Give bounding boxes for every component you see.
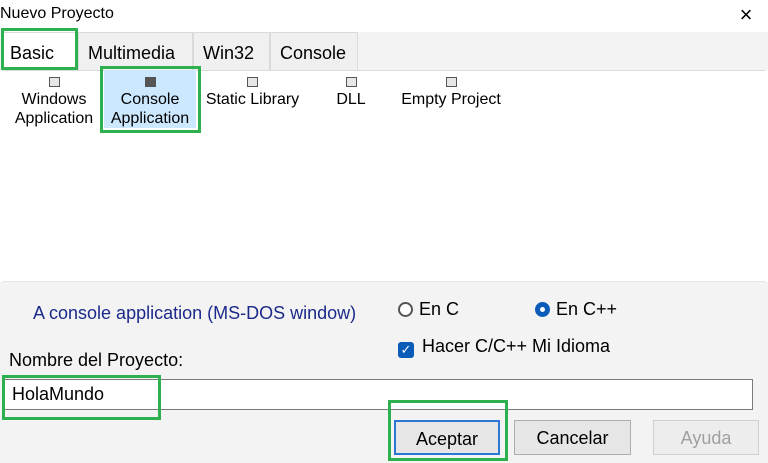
static-library-icon — [247, 77, 258, 87]
template-description: A console application (MS-DOS window) — [33, 303, 357, 323]
template-label: Application — [14, 110, 94, 127]
project-name-label: Nombre del Proyecto: — [9, 350, 184, 370]
template-label: Static Library — [205, 91, 300, 108]
empty-project-icon — [445, 77, 457, 87]
radio-off-icon — [398, 302, 413, 317]
template-label: Console — [120, 91, 180, 108]
template-label: Application — [110, 110, 190, 127]
project-name-input[interactable] — [3, 379, 753, 410]
dll-icon — [345, 77, 357, 87]
tab-multimedia[interactable]: Multimedia — [78, 32, 193, 70]
radio-on-icon — [535, 302, 550, 317]
tab-win32[interactable]: Win32 — [193, 32, 270, 70]
radio-label: En C++ — [556, 299, 618, 319]
tab-basic[interactable]: Basic — [2, 32, 78, 71]
window-app-icon — [48, 77, 60, 87]
template-label: DLL — [336, 91, 366, 108]
checkmark-icon: ✓ — [398, 342, 414, 358]
tab-console[interactable]: Console — [270, 32, 358, 70]
window-title: Nuevo Proyecto — [0, 5, 114, 22]
radio-en-cpp[interactable]: En C++ — [535, 299, 617, 319]
template-label: Empty Project — [401, 91, 501, 108]
radio-label: En C — [419, 299, 460, 319]
template-label: Windows — [21, 91, 87, 108]
checkbox-mi-idioma[interactable]: ✓ Hacer C/C++ Mi Idioma — [398, 336, 610, 358]
template-windows-application[interactable]: Windows Application — [12, 74, 96, 128]
radio-en-c[interactable]: En C — [398, 299, 459, 319]
template-static-library[interactable]: Static Library — [205, 74, 300, 109]
help-button[interactable]: Ayuda — [653, 420, 759, 455]
checkbox-label: Hacer C/C++ Mi Idioma — [422, 336, 611, 356]
close-icon[interactable]: × — [734, 2, 758, 28]
cancel-button[interactable]: Cancelar — [514, 420, 631, 455]
template-empty-project[interactable]: Empty Project — [400, 74, 502, 109]
template-dll[interactable]: DLL — [330, 74, 372, 109]
accept-button[interactable]: Aceptar — [394, 420, 500, 455]
console-app-icon — [144, 77, 156, 87]
template-console-application[interactable]: Console Application — [104, 70, 196, 128]
